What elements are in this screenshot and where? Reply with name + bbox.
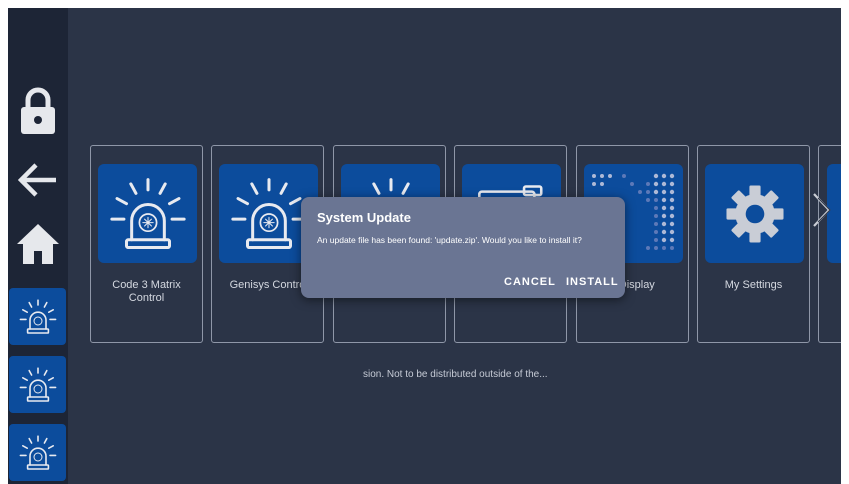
beacon-icon: [19, 298, 56, 334]
beacon-icon: [19, 434, 56, 470]
sidebar-app-beacon-2[interactable]: [9, 356, 66, 413]
tile-label: My Settings: [724, 279, 783, 291]
install-button[interactable]: INSTALL: [566, 276, 619, 288]
dialog-message: An update file has been found: 'update.z…: [317, 235, 582, 245]
home-icon[interactable]: [13, 218, 63, 270]
disclaimer-text: sion. Not to be distributed outside of t…: [363, 369, 548, 380]
scroll-right-chevron-icon[interactable]: [809, 190, 835, 230]
app-tile-code3-matrix[interactable]: Code 3 Matrix Control: [90, 145, 203, 343]
system-update-dialog: System Update An update file has been fo…: [301, 197, 625, 298]
dialog-title: System Update: [317, 210, 411, 225]
sidebar-app-beacon-3[interactable]: [9, 424, 66, 481]
app-tile-partial[interactable]: [818, 145, 841, 343]
sidebar-app-beacon-1[interactable]: [9, 288, 66, 345]
sidebar: [8, 8, 68, 484]
beacon-icon: [19, 366, 56, 402]
back-arrow-icon[interactable]: [13, 158, 63, 202]
tile-label: Code 3 Matrix Control: [112, 279, 181, 304]
cancel-button[interactable]: CANCEL: [504, 276, 556, 288]
app-tile-my-settings[interactable]: My Settings: [697, 145, 810, 343]
beacon-icon: [98, 164, 197, 263]
app-screen: Code 3 Matrix Control Genisys Contro x D…: [8, 8, 841, 484]
gear-icon: [705, 164, 804, 263]
lock-icon[interactable]: [13, 80, 63, 142]
